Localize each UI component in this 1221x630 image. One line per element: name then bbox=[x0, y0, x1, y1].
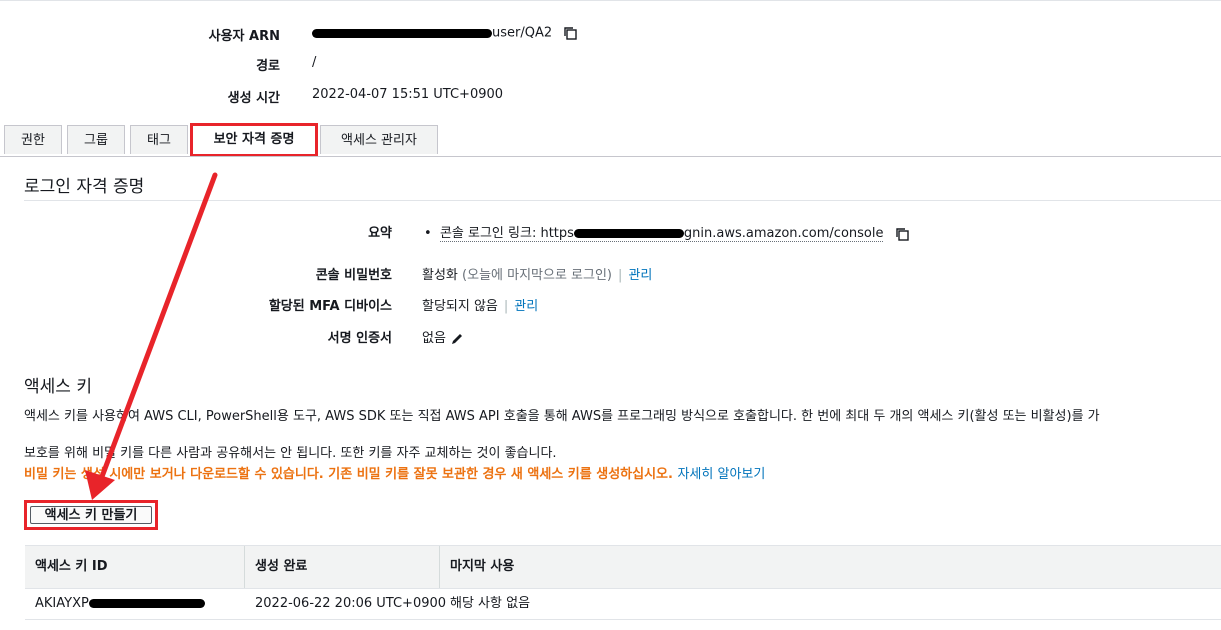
last-signin-note: (오늘에 마지막으로 로그인) bbox=[462, 268, 612, 283]
protect-note: 보호를 위해 비밀 키를 다른 사람과 공유해서는 안 됩니다. 또한 키를 자… bbox=[24, 446, 557, 461]
tab-permissions[interactable]: 권한 bbox=[4, 125, 62, 154]
tab-security-credentials[interactable]: 보안 자격 증명 bbox=[190, 123, 318, 157]
column-header-last-used[interactable]: 마지막 사용 bbox=[440, 546, 1221, 588]
path-value: / bbox=[312, 55, 317, 70]
signing-cert-label: 서명 인증서 bbox=[327, 331, 392, 346]
create-access-key-highlight: 액세스 키 만들기 bbox=[24, 500, 158, 530]
path-label: 경로 bbox=[256, 59, 280, 74]
table-bottom-divider bbox=[25, 619, 1221, 620]
bullet: • bbox=[424, 226, 436, 241]
mfa-label: 할당된 MFA 디바이스 bbox=[268, 299, 392, 314]
arn-suffix: user/QA2 bbox=[492, 25, 553, 41]
redacted-key-id bbox=[88, 599, 205, 608]
table-header: 액세스 키 ID 생성 완료 마지막 사용 bbox=[25, 545, 1221, 589]
table-cell-created: 2022-06-22 20:06 UTC+0900 bbox=[255, 596, 447, 611]
arn-value: user/QA2 bbox=[312, 25, 578, 41]
redacted-account-id bbox=[312, 28, 492, 38]
access-keys-description: 액세스 키를 사용하여 AWS CLI, PowerShell용 도구, AWS… bbox=[24, 409, 1100, 424]
arn-label: 사용자 ARN bbox=[208, 29, 280, 44]
pencil-icon[interactable] bbox=[450, 332, 464, 346]
console-password-label: 콘솔 비밀번호 bbox=[315, 268, 392, 283]
manage-mfa-link[interactable]: 관리 bbox=[514, 299, 538, 314]
table-cell-last-used: 해당 사항 없음 bbox=[450, 596, 531, 611]
signin-section-title: 로그인 자격 증명 bbox=[24, 177, 145, 197]
console-signin-link[interactable]: 콘솔 로그인 링크: https gnin.aws.amazon.com/cons… bbox=[439, 226, 884, 242]
copy-icon[interactable] bbox=[894, 226, 910, 242]
manage-password-link[interactable]: 관리 bbox=[628, 268, 652, 283]
tab-access-advisor[interactable]: 액세스 관리자 bbox=[320, 125, 438, 154]
created-value: 2022-04-07 15:51 UTC+0900 bbox=[312, 87, 504, 102]
tab-tags[interactable]: 태그 bbox=[130, 125, 188, 154]
redacted-account-alias bbox=[573, 229, 684, 238]
console-link-row: • 콘솔 로그인 링크: https gnin.aws.amazon.com/co… bbox=[424, 222, 910, 242]
mfa-value: 할당되지 않음 | 관리 bbox=[422, 299, 539, 314]
tab-groups[interactable]: 그룹 bbox=[67, 125, 125, 154]
tab-bar: 권한 그룹 태그 보안 자격 증명 액세스 관리자 bbox=[0, 123, 1221, 157]
tab-divider bbox=[0, 156, 1221, 157]
signing-cert-value: 없음 bbox=[422, 327, 464, 346]
learn-more-link[interactable]: 자세히 알아보기 bbox=[677, 467, 765, 482]
table-cell-id: AKIAYXP bbox=[25, 589, 245, 629]
column-header-created[interactable]: 생성 완료 bbox=[245, 546, 440, 588]
create-access-key-button[interactable]: 액세스 키 만들기 bbox=[30, 506, 152, 524]
created-label: 생성 시간 bbox=[227, 91, 280, 106]
copy-icon[interactable] bbox=[562, 25, 578, 41]
summary-label: 요약 bbox=[368, 226, 392, 241]
top-divider bbox=[0, 0, 1221, 1]
section-divider bbox=[24, 200, 1221, 201]
column-header-id[interactable]: 액세스 키 ID bbox=[25, 546, 245, 588]
console-password-value: 활성화 (오늘에 마지막으로 로그인) | 관리 bbox=[422, 268, 653, 283]
secret-key-warning: 비밀 키는 생성 시에만 보거나 다운로드할 수 있습니다. 기존 비밀 키를 … bbox=[24, 467, 766, 482]
access-keys-title: 액세스 키 bbox=[24, 377, 92, 397]
